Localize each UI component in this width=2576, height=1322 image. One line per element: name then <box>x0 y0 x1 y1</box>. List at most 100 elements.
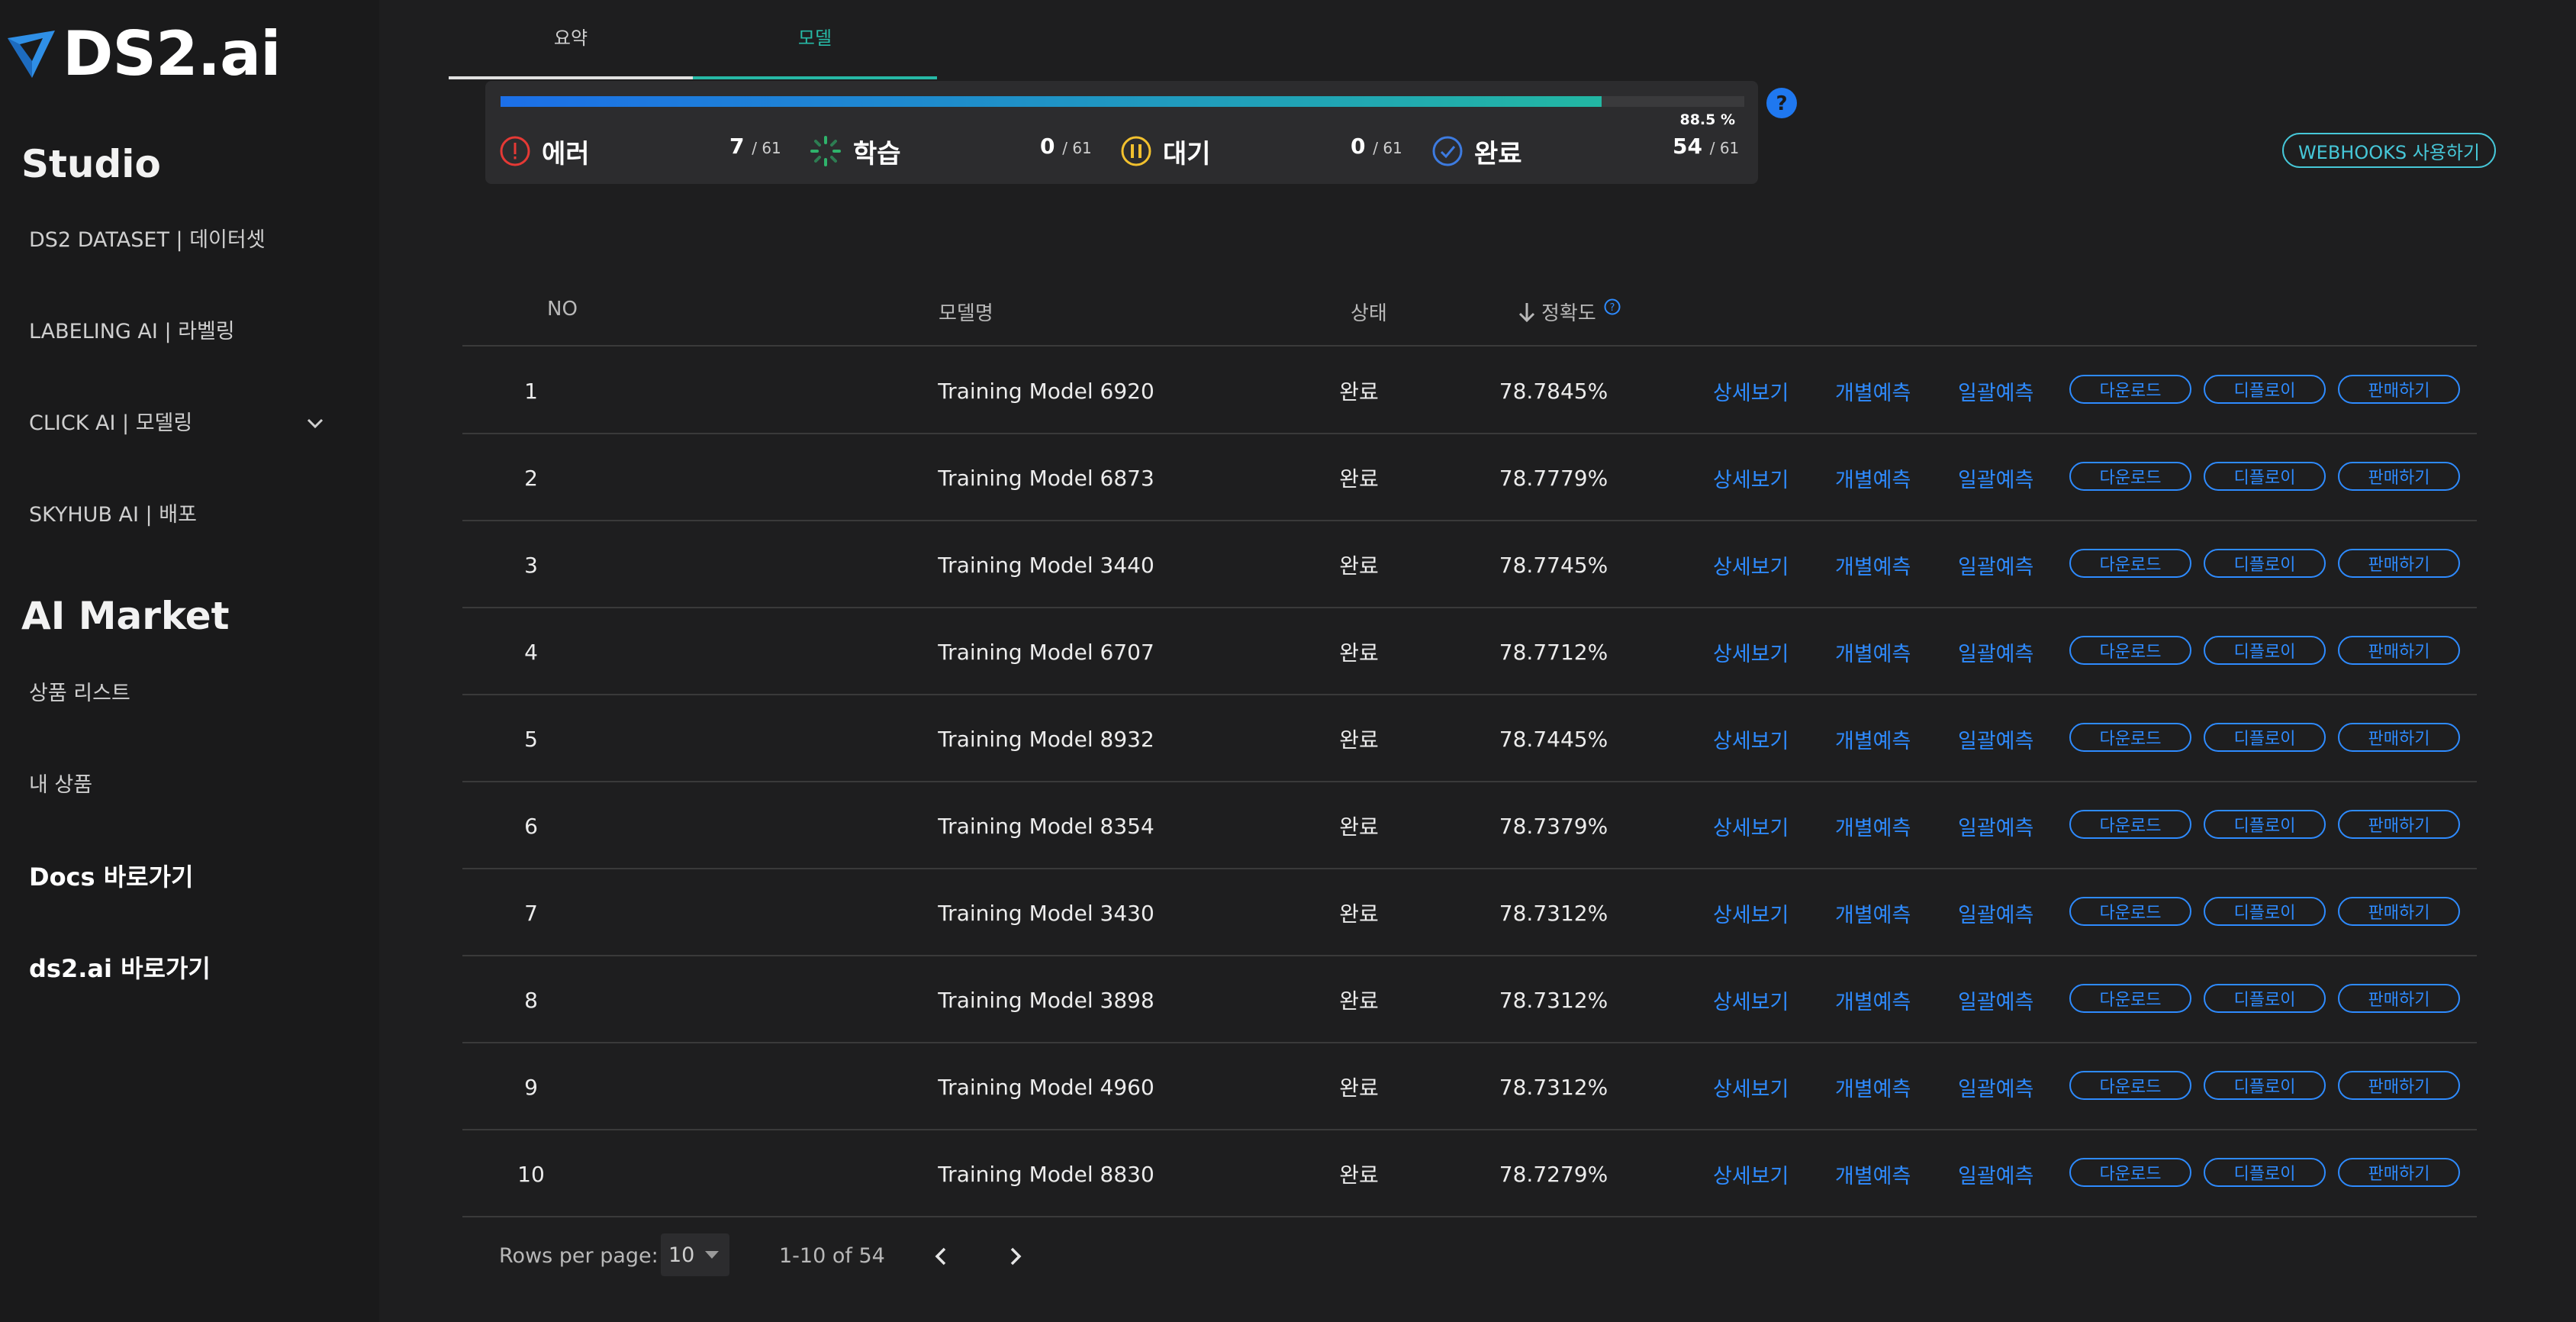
sidebar-link-ds2ai[interactable]: ds2.ai 바로가기 <box>29 950 211 985</box>
batch-predict-link[interactable]: 일괄예측 <box>1958 521 2033 608</box>
table-row: 8 Training Model 3898 완료 78.7312% 상세보기 개별예측 일괄… <box>462 956 2477 1043</box>
sidebar-item-my-products[interactable]: 내 상품 <box>29 768 92 798</box>
batch-predict-link[interactable]: 일괄예측 <box>1958 1043 2033 1130</box>
single-predict-link[interactable]: 개별예측 <box>1835 695 1911 782</box>
check-icon <box>1432 136 1463 166</box>
detail-link[interactable]: 상세보기 <box>1713 956 1789 1043</box>
detail-link[interactable]: 상세보기 <box>1713 869 1789 956</box>
model-status: 완료 <box>1339 901 1379 927</box>
sidebar-item-ds2-dataset[interactable]: DS2 DATASET | 데이터셋 <box>29 223 266 253</box>
model-name: Training Model 4960 <box>938 1074 1154 1100</box>
single-predict-link[interactable]: 개별예측 <box>1835 869 1911 956</box>
sell-button[interactable]: 판매하기 <box>2338 549 2460 578</box>
detail-link[interactable]: 상세보기 <box>1713 347 1789 434</box>
sidebar-item-click-ai[interactable]: CLICK AI | 모델링 <box>29 406 192 436</box>
single-predict-link[interactable]: 개별예측 <box>1835 521 1911 608</box>
stat-waiting-label: 대기 <box>1163 138 1211 169</box>
detail-link[interactable]: 상세보기 <box>1713 782 1789 869</box>
batch-predict-link[interactable]: 일괄예측 <box>1958 782 2033 869</box>
sidebar-item-product-list[interactable]: 상품 리스트 <box>29 676 130 706</box>
deploy-button[interactable]: 디플로이 <box>2204 984 2326 1013</box>
single-predict-link[interactable]: 개별예측 <box>1835 608 1911 695</box>
sell-button[interactable]: 판매하기 <box>2338 462 2460 491</box>
single-predict-link[interactable]: 개별예측 <box>1835 434 1911 521</box>
model-name: Training Model 3430 <box>938 900 1154 926</box>
batch-predict-link[interactable]: 일괄예측 <box>1958 347 2033 434</box>
download-button[interactable]: 다운로드 <box>2069 636 2191 665</box>
table-row: 5 Training Model 8932 완료 78.7445% 상세보기 개별예측 일괄… <box>462 695 2477 782</box>
tab-summary[interactable]: 요약 <box>449 23 693 50</box>
model-status: 완료 <box>1339 553 1379 579</box>
deploy-button[interactable]: 디플로이 <box>2204 462 2326 491</box>
download-button[interactable]: 다운로드 <box>2069 1158 2191 1187</box>
download-button[interactable]: 다운로드 <box>2069 375 2191 404</box>
sidebar-item-skyhub-ai[interactable]: SKYHUB AI | 배포 <box>29 498 197 527</box>
chevron-right-icon[interactable] <box>998 1240 1032 1273</box>
sell-button[interactable]: 판매하기 <box>2338 1071 2460 1100</box>
download-button[interactable]: 다운로드 <box>2069 723 2191 752</box>
webhooks-button[interactable]: WEBHOOKS 사용하기 <box>2282 133 2496 168</box>
detail-link[interactable]: 상세보기 <box>1713 608 1789 695</box>
download-button[interactable]: 다운로드 <box>2069 897 2191 926</box>
caret-down-icon <box>705 1251 720 1259</box>
batch-predict-link[interactable]: 일괄예측 <box>1958 956 2033 1043</box>
tab-models[interactable]: 모델 <box>693 23 937 50</box>
single-predict-link[interactable]: 개별예측 <box>1835 1043 1911 1130</box>
deploy-button[interactable]: 디플로이 <box>2204 375 2326 404</box>
tab-models-underline <box>693 76 937 79</box>
table-row: 6 Training Model 8354 완료 78.7379% 상세보기 개별예측 일괄… <box>462 782 2477 869</box>
single-predict-link[interactable]: 개별예측 <box>1835 347 1911 434</box>
brand-logo[interactable]: DS2.ai <box>5 18 281 89</box>
deploy-button[interactable]: 디플로이 <box>2204 897 2326 926</box>
sell-button[interactable]: 판매하기 <box>2338 723 2460 752</box>
stat-done-count: 54 / 61 <box>1673 134 1740 159</box>
download-button[interactable]: 다운로드 <box>2069 984 2191 1013</box>
batch-predict-link[interactable]: 일괄예측 <box>1958 869 2033 956</box>
help-icon[interactable]: ? <box>1766 87 1798 119</box>
batch-predict-link[interactable]: 일괄예측 <box>1958 608 2033 695</box>
sell-button[interactable]: 판매하기 <box>2338 897 2460 926</box>
deploy-button[interactable]: 디플로이 <box>2204 723 2326 752</box>
batch-predict-link[interactable]: 일괄예측 <box>1958 1130 2033 1217</box>
download-button[interactable]: 다운로드 <box>2069 1071 2191 1100</box>
model-accuracy: 78.7312% <box>1499 900 1608 926</box>
deploy-button[interactable]: 디플로이 <box>2204 1158 2326 1187</box>
table-row: 9 Training Model 4960 완료 78.7312% 상세보기 개별예측 일괄… <box>462 1043 2477 1130</box>
help-icon[interactable]: ? <box>1604 298 1621 315</box>
stat-done: 완료 <box>1431 128 1522 174</box>
sidebar-link-docs[interactable]: Docs 바로가기 <box>29 858 193 893</box>
download-button[interactable]: 다운로드 <box>2069 810 2191 839</box>
sell-button[interactable]: 판매하기 <box>2338 810 2460 839</box>
sidebar-item-labeling-ai[interactable]: LABELING AI | 라벨링 <box>29 314 235 344</box>
model-status: 완료 <box>1339 466 1379 492</box>
detail-link[interactable]: 상세보기 <box>1713 1130 1789 1217</box>
detail-link[interactable]: 상세보기 <box>1713 1043 1789 1130</box>
single-predict-link[interactable]: 개별예측 <box>1835 782 1911 869</box>
chevron-left-icon[interactable] <box>925 1240 958 1273</box>
stat-error-label: 에러 <box>542 138 590 169</box>
chevron-down-icon[interactable] <box>304 412 327 435</box>
pagination-range: 1-10 of 54 <box>779 1244 885 1268</box>
model-accuracy: 78.7312% <box>1499 1074 1608 1100</box>
model-name: Training Model 3898 <box>938 987 1154 1013</box>
batch-predict-link[interactable]: 일괄예측 <box>1958 434 2033 521</box>
rows-per-page-select[interactable]: 10 <box>661 1233 729 1276</box>
detail-link[interactable]: 상세보기 <box>1713 521 1789 608</box>
detail-link[interactable]: 상세보기 <box>1713 434 1789 521</box>
single-predict-link[interactable]: 개별예측 <box>1835 956 1911 1043</box>
download-button[interactable]: 다운로드 <box>2069 549 2191 578</box>
sell-button[interactable]: 판매하기 <box>2338 375 2460 404</box>
column-header-accuracy[interactable]: 정확도 ? <box>1517 298 1621 326</box>
sell-button[interactable]: 판매하기 <box>2338 984 2460 1013</box>
sell-button[interactable]: 판매하기 <box>2338 636 2460 665</box>
deploy-button[interactable]: 디플로이 <box>2204 636 2326 665</box>
deploy-button[interactable]: 디플로이 <box>2204 549 2326 578</box>
deploy-button[interactable]: 디플로이 <box>2204 1071 2326 1100</box>
model-name: Training Model 6873 <box>938 465 1154 491</box>
download-button[interactable]: 다운로드 <box>2069 462 2191 491</box>
detail-link[interactable]: 상세보기 <box>1713 695 1789 782</box>
batch-predict-link[interactable]: 일괄예측 <box>1958 695 2033 782</box>
deploy-button[interactable]: 디플로이 <box>2204 810 2326 839</box>
single-predict-link[interactable]: 개별예측 <box>1835 1130 1911 1217</box>
sell-button[interactable]: 판매하기 <box>2338 1158 2460 1187</box>
